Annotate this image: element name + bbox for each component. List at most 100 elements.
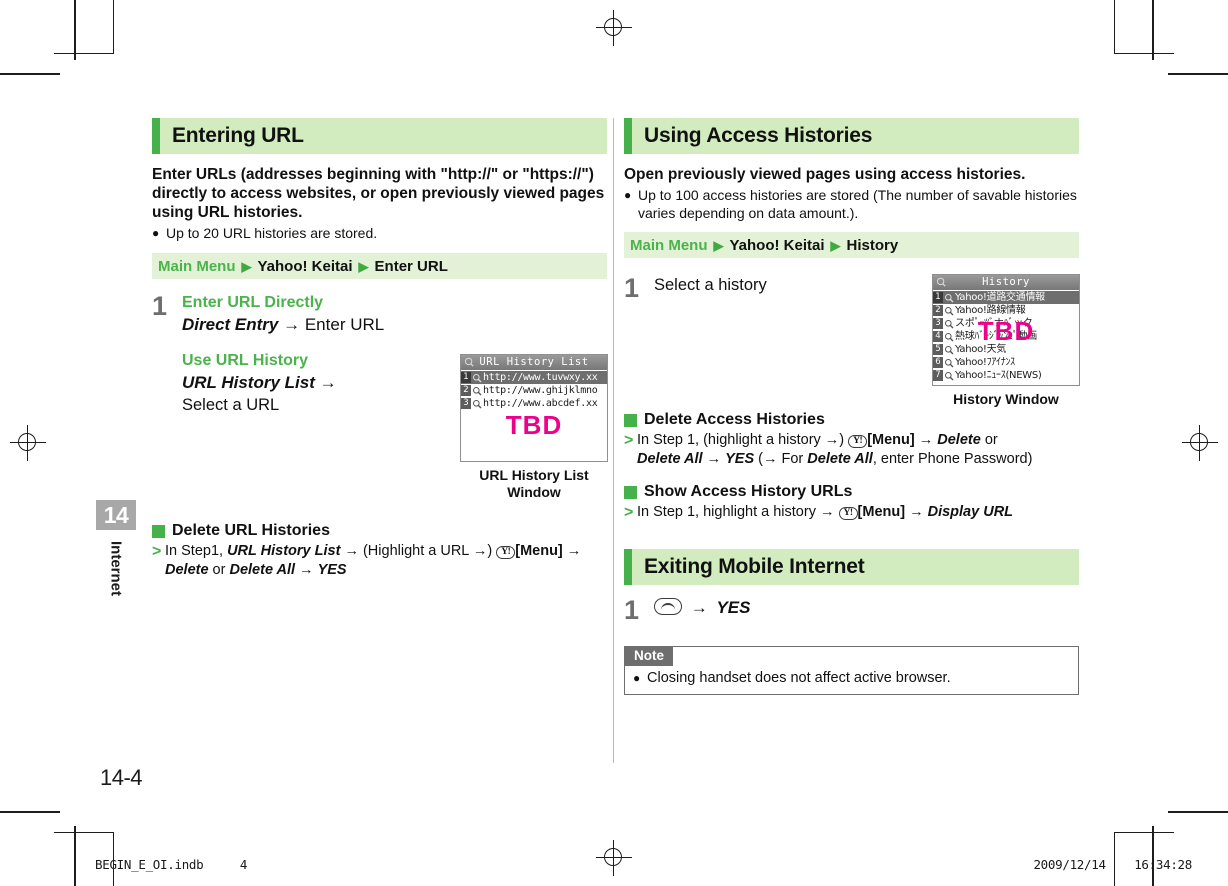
- tbd-watermark: TBD: [977, 316, 1035, 346]
- tbd-watermark: TBD: [505, 410, 563, 440]
- link-icon: [945, 306, 954, 315]
- section-accent-bar: [624, 549, 632, 585]
- list-index: 1: [933, 292, 943, 303]
- subsection-show-access-history-urls: Show Access History URLs: [624, 483, 1079, 501]
- list-label: http://www.ghijklmno: [483, 385, 598, 396]
- arrow-right-icon: →: [690, 598, 708, 617]
- lcd-list-item[interactable]: 2 http://www.ghijklmno: [461, 384, 607, 397]
- chevron-right-icon: ▶: [358, 258, 369, 274]
- history-caption: History Window: [953, 391, 1059, 407]
- yahoo-key-icon: Y!: [496, 546, 516, 559]
- menu-path-enter-url: Main Menu ▶ Yahoo! Keitai ▶ Enter URL: [152, 253, 607, 279]
- crop-mark-bottom-left-inner-h: [54, 832, 114, 833]
- action-rest: Enter URL: [304, 315, 385, 334]
- note-text: Closing handset does not affect active b…: [647, 670, 951, 686]
- globe-icon: [464, 357, 474, 367]
- crop-mark-bottom-left-h: [0, 811, 60, 813]
- column-divider: [613, 118, 614, 763]
- list-index: 1: [461, 372, 471, 383]
- note-tag: Note: [625, 647, 673, 666]
- arrow-marker-icon: >: [152, 543, 162, 560]
- lcd-list-item[interactable]: 3 http://www.abcdef.xx: [461, 397, 607, 410]
- crop-mark-bottom-right-h: [1168, 811, 1228, 813]
- footer-time: 16:34:28: [1134, 857, 1192, 872]
- subsection-delete-url-histories: Delete URL Histories: [152, 522, 607, 540]
- section-accent-bar: [624, 118, 632, 154]
- yahoo-key-icon: Y!: [848, 435, 868, 448]
- menu-path-root: Main Menu: [158, 257, 236, 275]
- proc-arrow: →: [914, 432, 938, 448]
- procedure-delete-url: > In Step1, URL History List → (Highligh…: [152, 542, 607, 580]
- crop-mark-top-left-h: [0, 73, 60, 75]
- lcd-title-bar: History: [933, 275, 1079, 290]
- list-label: Yahoo!ﾌｱｲﾅﾝｽ: [955, 357, 1015, 368]
- menu-path-history: Main Menu ▶ Yahoo! Keitai ▶ History: [624, 232, 1079, 258]
- crop-mark-top-left-inner-h: [54, 53, 114, 54]
- crop-mark-top-left-tick: [58, 53, 59, 54]
- lcd-list-item[interactable]: 7 Yahoo!ﾆｭｰｽ(NEWS): [933, 369, 1079, 382]
- square-bullet-icon: [152, 524, 165, 538]
- registration-mark-right: [1182, 425, 1218, 461]
- action-term: YES: [716, 598, 751, 617]
- procedure-delete-access: > In Step 1, (highlight a history →) Y![…: [624, 431, 1079, 469]
- action-term: URL History List: [182, 373, 315, 392]
- lcd-history: History 1 Yahoo!道路交通情報 2 Yahoo!路線情報 3 スポ…: [932, 274, 1080, 386]
- crop-mark-bottom-left-v: [74, 826, 76, 886]
- menu-path-item-0: Yahoo! Keitai: [257, 257, 353, 275]
- right-intro-text: Open previously viewed pages using acces…: [624, 166, 1026, 183]
- crop-mark-top-right-inner-v: [1114, 0, 1115, 54]
- proc-term: Delete All: [807, 451, 873, 467]
- lcd-list-item[interactable]: 1 http://www.tuvwxy.xx: [461, 371, 607, 384]
- menu-path-root: Main Menu: [630, 236, 708, 254]
- crop-mark-top-left-v: [74, 0, 76, 60]
- yahoo-key-icon: Y!: [838, 507, 858, 520]
- subsection-delete-access-histories: Delete Access Histories: [624, 411, 1079, 429]
- proc-term: Delete: [937, 432, 981, 448]
- proc-pre: In Step 1, highlight a history →: [637, 504, 839, 520]
- proc-menu: [Menu]: [867, 432, 915, 448]
- right-column: Using Access Histories Open previously v…: [624, 118, 1080, 695]
- lcd-list: 1 Yahoo!道路交通情報 2 Yahoo!路線情報 3 スポﾟｰﾂﾞナﾊﾞッ…: [933, 290, 1079, 385]
- link-icon: [473, 386, 482, 395]
- globe-icon: [936, 277, 946, 287]
- proc-arrow: →: [702, 451, 726, 467]
- left-bullet-text: Up to 20 URL histories are stored.: [166, 225, 378, 241]
- chapter-number: 14: [96, 500, 136, 530]
- step-heading-direct: Enter URL Directly: [182, 294, 324, 311]
- end-call-key-icon: [654, 598, 682, 615]
- proc-term: URL History List: [227, 543, 341, 559]
- menu-path-item-1: Enter URL: [374, 257, 448, 275]
- exit-step-1: 1 → YES: [624, 596, 1079, 624]
- registration-mark-top: [596, 10, 632, 46]
- lcd-url-history: URL History List 1 http://www.tuvwxy.xx …: [460, 354, 608, 462]
- step-heading-history-label: Use URL History: [182, 352, 308, 369]
- menu-path-item-1: History: [846, 236, 899, 254]
- right-bullet: ● Up to 100 access histories are stored …: [624, 186, 1079, 222]
- bullet-dot-icon: ●: [633, 671, 641, 685]
- lcd-title-text: URL History List: [479, 356, 589, 368]
- link-icon: [945, 358, 954, 367]
- chapter-tab: 14 Internet: [96, 500, 136, 609]
- lcd-list-item[interactable]: 6 Yahoo!ﾌｱｲﾅﾝｽ: [933, 356, 1079, 369]
- section-title: Exiting Mobile Internet: [644, 555, 865, 578]
- lcd-title-text: History: [982, 276, 1030, 288]
- proc-menu: [Menu]: [857, 504, 906, 520]
- step-body: → YES: [654, 596, 1079, 624]
- chevron-right-icon: ▶: [713, 237, 724, 253]
- procedure-text: In Step 1, (highlight a history →) Y! [Me…: [637, 431, 1079, 469]
- chapter-name: Internet: [107, 541, 125, 597]
- chevron-right-icon: ▶: [241, 258, 252, 274]
- note-content: ● Closing handset does not affect active…: [625, 666, 1078, 694]
- right-bullet-text: Up to 100 access histories are stored (T…: [638, 187, 1077, 221]
- list-label: Yahoo!道路交通情報: [955, 292, 1045, 303]
- url-history-caption: URL History List Window: [479, 467, 589, 500]
- proc-mid: → (Highlight a URL →): [340, 543, 497, 559]
- step-action-direct: Direct Entry → Enter URL: [182, 313, 607, 336]
- crop-mark-bottom-right-inner-h: [1114, 832, 1174, 833]
- footer-sheet-number: 4: [239, 857, 248, 872]
- arrow-marker-icon: >: [624, 504, 634, 521]
- lcd-list-item[interactable]: 1 Yahoo!道路交通情報: [933, 291, 1079, 304]
- section-accent-bar: [152, 118, 160, 154]
- procedure-text: In Step1, URL History List → (Highlight …: [165, 542, 607, 580]
- square-bullet-icon: [624, 485, 637, 499]
